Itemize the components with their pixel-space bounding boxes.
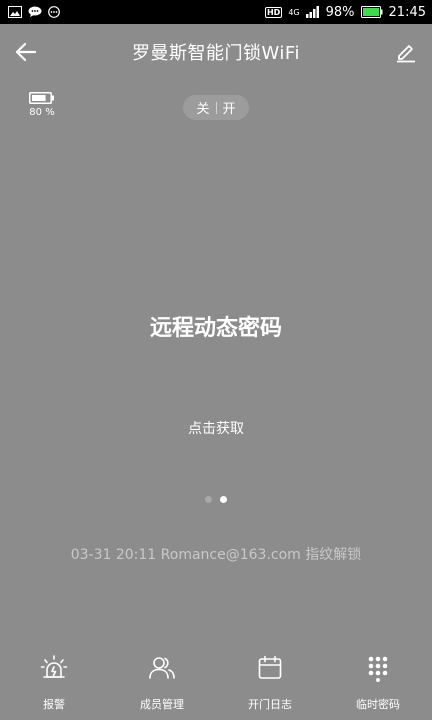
battery-percent: 98% xyxy=(325,4,355,20)
get-password-button[interactable]: 点击获取 xyxy=(188,421,244,437)
get-password-area: 点击获取 xyxy=(0,418,432,438)
toggle-off-label[interactable]: 关 xyxy=(196,98,209,117)
nav-alarm-label: 报警 xyxy=(43,698,65,711)
back-button[interactable] xyxy=(12,38,40,66)
gallery-icon xyxy=(8,6,22,18)
keypad-icon xyxy=(364,654,392,682)
nav-members[interactable]: 成员管理 xyxy=(108,648,216,720)
nav-unlock-log-label: 开门日志 xyxy=(248,698,292,711)
toggle-divider xyxy=(215,101,217,114)
members-icon xyxy=(148,654,176,682)
page-title: 罗曼斯智能门锁WiFi xyxy=(132,43,300,64)
hd-label: HD xyxy=(264,6,283,18)
lock-toggle[interactable]: 关 开 xyxy=(183,95,249,120)
page-dot[interactable] xyxy=(220,496,227,503)
clock: 21:45 xyxy=(388,4,426,20)
lock-battery-indicator: 80 % xyxy=(22,92,62,118)
status-bar-right: HD 4G 98% 21:45 xyxy=(264,4,426,20)
status-bar: HD 4G 98% 21:45 xyxy=(0,0,432,24)
bottom-nav: 报警 成员管理 开门日志 临时密码 xyxy=(0,648,432,720)
nav-temp-password[interactable]: 临时密码 xyxy=(324,648,432,720)
page-indicator xyxy=(0,496,432,503)
main-title: 远程动态密码 xyxy=(149,316,282,341)
battery-charging-icon xyxy=(360,6,383,18)
battery-fill xyxy=(32,95,46,101)
hd-icon: HD xyxy=(264,6,283,18)
battery-icon xyxy=(29,92,54,104)
battery-label: 80 % xyxy=(29,107,55,118)
nav-alarm[interactable]: 报警 xyxy=(0,648,108,720)
arrow-left-icon xyxy=(15,42,37,62)
network-type: 4G xyxy=(288,7,300,17)
more-notifications-icon xyxy=(48,6,60,18)
page-dot[interactable] xyxy=(205,496,212,503)
nav-temp-password-label: 临时密码 xyxy=(356,698,400,711)
alarm-icon xyxy=(40,654,68,682)
signal-icon xyxy=(305,6,320,18)
status-bar-left xyxy=(8,6,60,18)
calendar-icon xyxy=(256,654,284,682)
nav-members-label: 成员管理 xyxy=(140,698,184,711)
nav-unlock-log[interactable]: 开门日志 xyxy=(216,648,324,720)
chat-icon xyxy=(28,6,42,18)
edit-button[interactable] xyxy=(392,38,420,66)
pencil-icon xyxy=(397,45,415,63)
app-bar: 罗曼斯智能门锁WiFi xyxy=(0,24,432,80)
latest-unlock-log: 03-31 20:11 Romance@163.com 指纹解锁 xyxy=(70,547,362,563)
toggle-on-label[interactable]: 开 xyxy=(223,98,236,117)
